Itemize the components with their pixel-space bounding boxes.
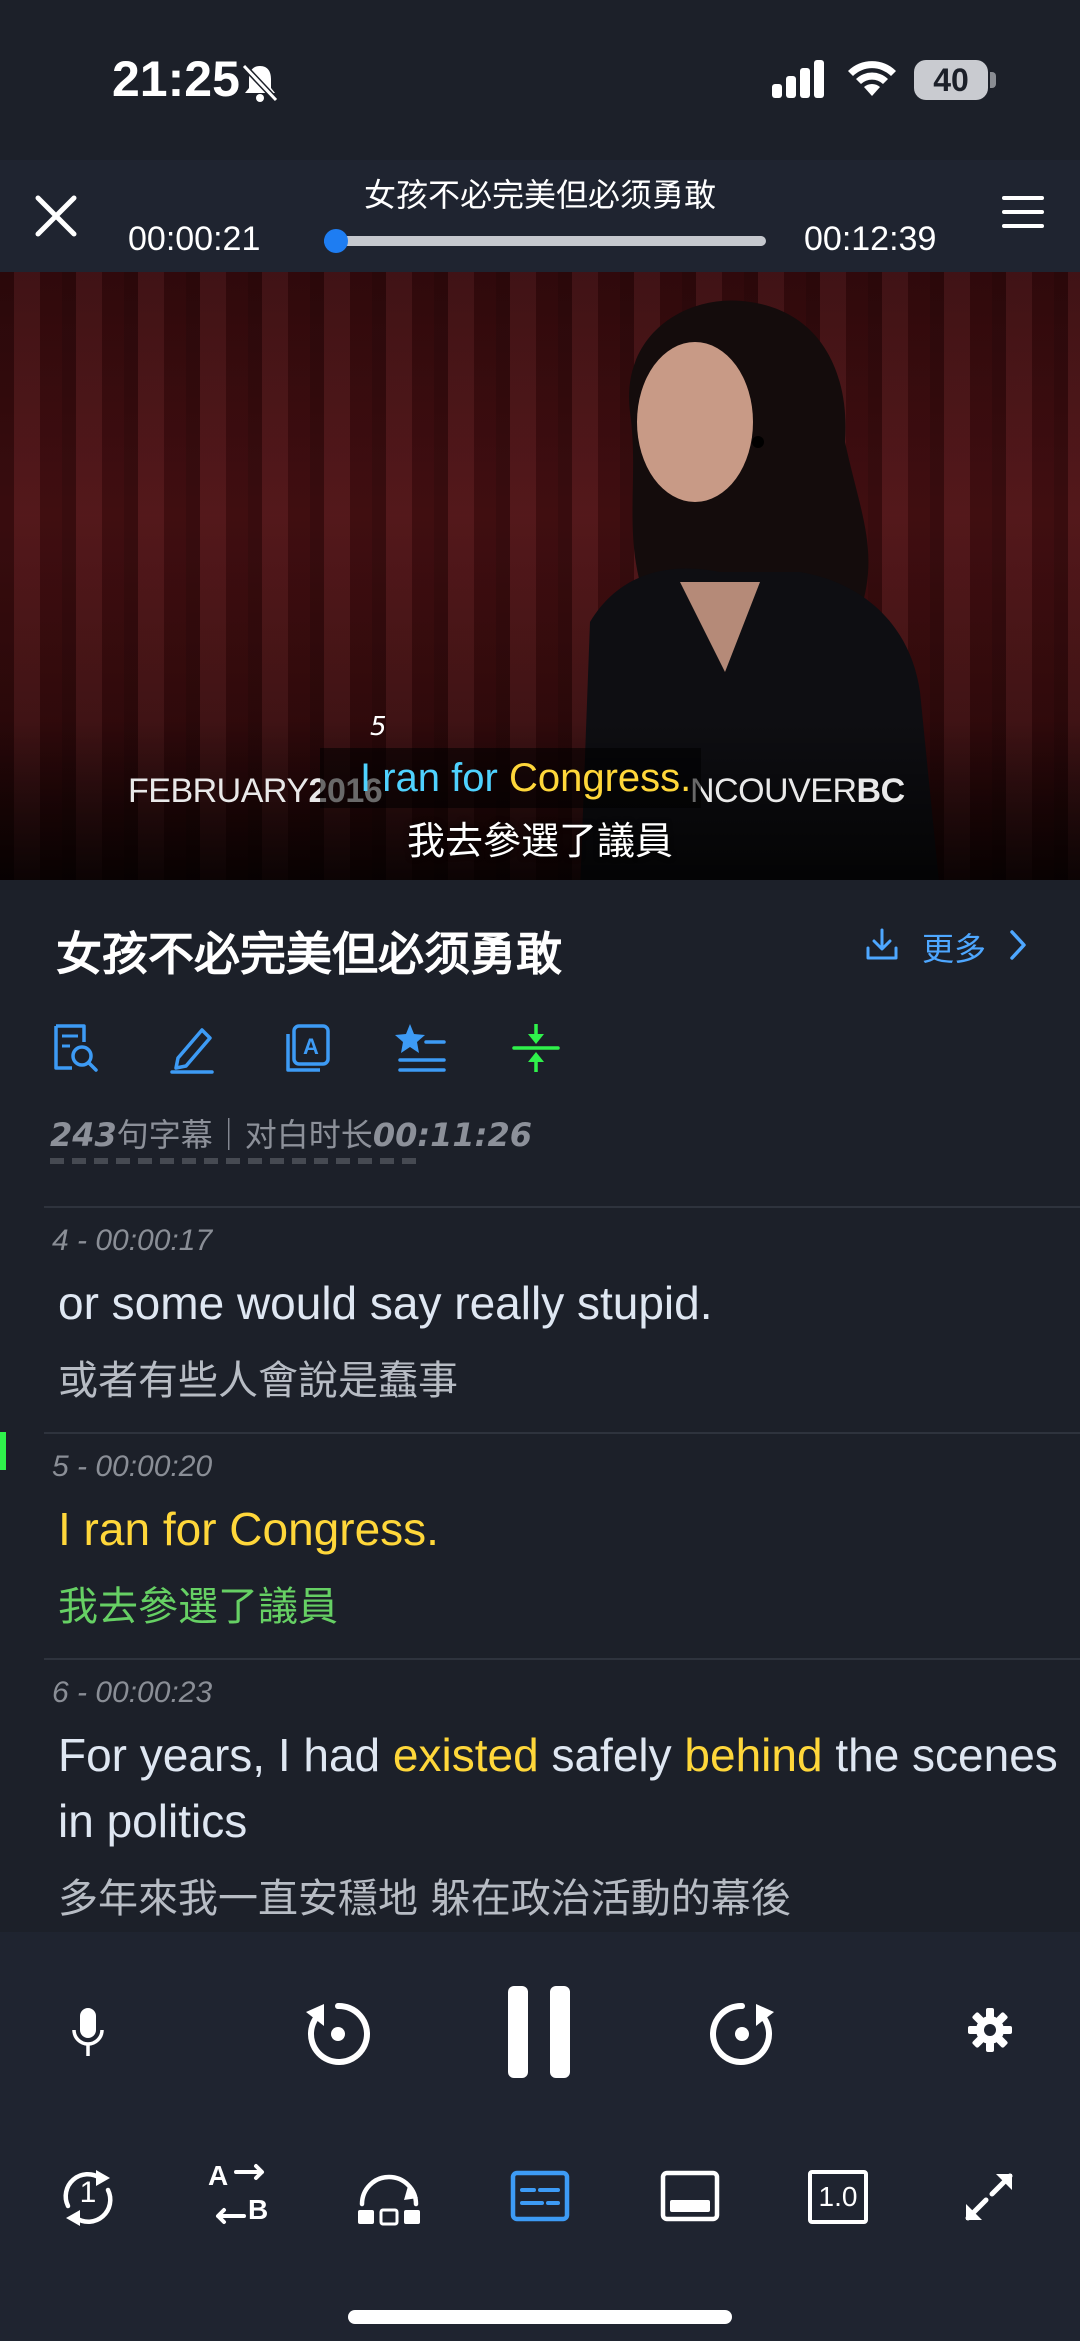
playback-speed-button[interactable]: 1.0 <box>808 2170 868 2224</box>
battery-nub <box>990 72 996 88</box>
entry-english-text: For years, I had <box>58 1729 393 1781</box>
entry-chinese: 多年來我一直安穩地 躲在政治活動的幕後 <box>58 1876 791 1922</box>
subtitle-entry[interactable]: 4 - 00:00:17 or some would say really st… <box>44 1206 1080 1430</box>
subtitle-list[interactable]: 4 - 00:00:17 or some would say really st… <box>0 1206 1080 1932</box>
entry-english[interactable]: For years, I had existed safely behind t… <box>58 1722 1058 1854</box>
playback-controls: 1 A B 1.0 <box>0 1932 1080 2341</box>
entry-english[interactable]: I ran for Congress. <box>58 1496 1058 1562</box>
page-title: 女孩不必完美但必须勇敢 <box>56 927 562 981</box>
video-watermark-location: NCOUVERBC <box>690 772 905 811</box>
stats-secondary-line <box>50 1154 420 1164</box>
loop-button[interactable]: 1 <box>56 2166 120 2230</box>
home-indicator[interactable] <box>348 2310 732 2324</box>
more-link[interactable]: 更多 <box>922 924 986 970</box>
fullscreen-expand-icon[interactable] <box>962 2170 1016 2224</box>
menu-icon[interactable] <box>1000 190 1046 236</box>
pause-button[interactable] <box>504 1984 574 2080</box>
seek-bar[interactable] <box>324 229 766 253</box>
watermark-region: BC <box>856 772 906 810</box>
entry-chinese: 我去參選了議員 <box>58 1584 338 1630</box>
download-icon[interactable] <box>864 926 900 962</box>
settings-gear-icon[interactable] <box>968 2008 1012 2052</box>
entry-english-text: or some would say really stupid. <box>58 1277 713 1329</box>
search-document-icon[interactable] <box>48 1022 100 1074</box>
dialogue-duration: 00:11:26 <box>372 1116 532 1154</box>
ab-repeat-icon <box>216 2164 264 2224</box>
current-time: 00:00:21 <box>128 220 261 258</box>
favorites-list-icon[interactable] <box>394 1022 446 1074</box>
watermark-city: NCOUVER <box>690 772 857 810</box>
seek-thumb[interactable] <box>324 229 349 253</box>
active-entry-indicator <box>0 1432 6 1470</box>
entry-meta: 4 - 00:00:17 <box>52 1224 213 1257</box>
entry-meta: 5 - 00:00:20 <box>52 1450 213 1483</box>
speed-dial-icon[interactable] <box>356 2170 422 2226</box>
microphone-icon[interactable] <box>70 2006 106 2060</box>
stats-label: 句字幕｜对白时长 <box>116 1116 373 1154</box>
total-time: 00:12:39 <box>804 220 937 258</box>
video-title: 女孩不必完美但必须勇敢 <box>363 176 716 214</box>
subtitle-english-highlight[interactable]: Congress. <box>509 756 691 800</box>
video-player[interactable]: FEBRUARY2016 NCOUVERBC 5 I ran for Congr… <box>0 272 1080 880</box>
entry-english-highlight[interactable]: behind <box>684 1729 822 1781</box>
subtitle-entry[interactable]: 6 - 00:00:23 For years, I had existed sa… <box>44 1658 1080 1932</box>
entry-english-highlight[interactable]: Congress. <box>229 1503 439 1555</box>
entry-english[interactable]: or some would say really stupid. <box>58 1270 1058 1336</box>
subtitle-background-icon[interactable] <box>660 2170 720 2224</box>
entry-chinese: 或者有些人會說是蠢事 <box>58 1358 458 1404</box>
fast-forward-icon[interactable] <box>706 1998 778 2070</box>
subtitle-stats: 243句字幕｜对白时长00:11:26 <box>50 1110 532 1156</box>
entry-english-text: I ran for <box>58 1503 230 1555</box>
loop-count: 1 <box>79 2176 97 2209</box>
ab-repeat-button[interactable]: A B <box>206 2160 274 2228</box>
chevron-right-icon[interactable] <box>1004 926 1032 964</box>
translate-icon[interactable]: A <box>280 1022 332 1074</box>
subtitle-count: 243 <box>50 1116 117 1154</box>
pencil-icon[interactable] <box>166 1022 218 1074</box>
status-bar: 21:25 40 <box>0 0 1080 160</box>
collapse-icon[interactable] <box>510 1022 562 1074</box>
bell-slash-icon <box>241 63 279 103</box>
status-time: 21:25 <box>112 51 240 107</box>
entry-english-text: safely <box>538 1729 685 1781</box>
rewind-icon[interactable] <box>302 1998 374 2070</box>
cellular-signal-icon <box>772 60 824 98</box>
playback-speed-label: 1.0 <box>818 2181 858 2212</box>
subtitle-chinese: 我去參選了議員 <box>406 819 673 863</box>
entry-english-highlight[interactable]: existed <box>393 1729 539 1781</box>
subtitle-index: 5 <box>370 712 387 742</box>
entry-meta: 6 - 00:00:23 <box>52 1676 213 1709</box>
subtitle-mode-icon[interactable] <box>510 2170 570 2224</box>
svg-text:A: A <box>303 1034 319 1059</box>
battery-icon: 40 <box>914 60 988 100</box>
watermark-month: FEBRUARY <box>128 772 309 810</box>
subtitle-english[interactable]: I ran for Congress. <box>320 748 702 808</box>
close-button[interactable] <box>28 188 84 244</box>
player-header: 女孩不必完美但必须勇敢 00:00:21 00:12:39 <box>0 160 1080 272</box>
subtitle-english-text: I ran for <box>360 756 509 800</box>
wifi-icon <box>848 61 896 96</box>
subtitle-entry-active[interactable]: 5 - 00:00:20 I ran for Congress. 我去參選了議員 <box>44 1432 1080 1656</box>
